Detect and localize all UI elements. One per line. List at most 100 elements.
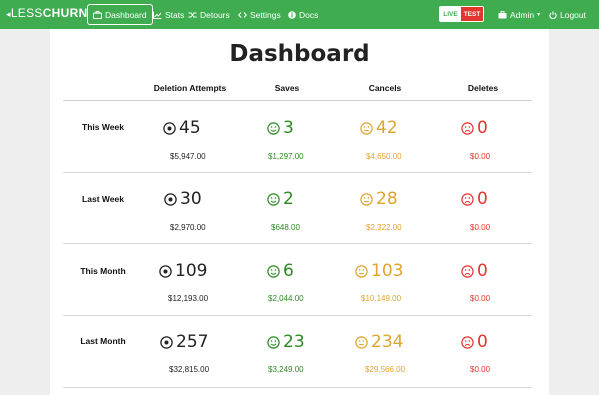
header-cancels: Cancels	[368, 83, 402, 93]
saves-amount: $3,249.00	[268, 365, 304, 374]
dashboard-icon	[93, 10, 102, 19]
nav-settings[interactable]: Settings	[238, 0, 281, 29]
briefcase-icon	[498, 10, 507, 19]
header-saves: Saves	[274, 83, 300, 93]
frown-icon	[461, 192, 474, 206]
cancels-count: 28	[360, 189, 398, 209]
nav-stats[interactable]: Stats	[153, 0, 184, 29]
row-label: This Month	[80, 266, 126, 276]
admin-menu-label: Admin	[510, 9, 535, 20]
nav-dashboard-label: Dashboard	[105, 9, 147, 20]
code-icon	[238, 11, 247, 19]
attempts-count: 45	[163, 118, 201, 138]
neutral-face-icon	[360, 121, 373, 135]
row-label: This Week	[82, 122, 124, 132]
smile-icon	[267, 192, 280, 206]
attempts-amount: $2,970.00	[170, 223, 206, 232]
attempts-value: 45	[179, 118, 201, 138]
table-row: Last Month 257 $32,815.00 23 $3,249.00 234 $29…	[63, 316, 532, 388]
cancels-amount: $29,566.00	[365, 365, 406, 374]
attempts-amount: $32,815.00	[169, 365, 210, 374]
neutral-face-icon	[355, 264, 368, 278]
nav-settings-label: Settings	[250, 9, 281, 20]
cancels-count: 103	[355, 261, 403, 281]
nav-detours-label: Detours	[200, 9, 230, 20]
smile-icon	[267, 264, 280, 278]
saves-value: 23	[283, 332, 305, 352]
nav-dashboard[interactable]: Dashboard	[87, 4, 153, 25]
cancels-value: 28	[376, 189, 398, 209]
cancels-amount: $2,322.00	[366, 223, 402, 232]
frown-icon	[461, 121, 474, 135]
deletes-value: 0	[477, 189, 488, 209]
nav-stats-label: Stats	[165, 9, 185, 20]
environment-toggle[interactable]: LIVE TEST	[439, 6, 484, 22]
admin-menu[interactable]: Admin ▾	[498, 0, 540, 29]
cancels-value: 234	[371, 332, 404, 352]
saves-value: 3	[283, 118, 294, 138]
frown-icon	[461, 335, 474, 349]
header-deletion-attempts: Deletion Attempts	[153, 83, 227, 93]
deletes-amount: $0.00	[470, 294, 491, 303]
attempts-count: 109	[159, 261, 207, 281]
saves-count: 6	[267, 261, 294, 281]
deletes-count: 0	[461, 118, 488, 138]
table-row: This Week 45 $5,947.00 3 $1,297.00 42 $4,650.0…	[63, 101, 532, 173]
power-icon	[549, 10, 557, 19]
target-icon	[164, 192, 177, 206]
saves-count: 23	[267, 332, 305, 352]
env-live-button[interactable]: LIVE	[440, 7, 461, 21]
row-divider	[63, 387, 532, 388]
chart-icon	[153, 11, 162, 19]
attempts-value: 257	[176, 332, 209, 352]
env-test-button[interactable]: TEST	[461, 7, 483, 21]
cancels-amount: $10,149.00	[361, 294, 402, 303]
cancels-value: 103	[371, 261, 404, 281]
deletes-value: 0	[477, 261, 488, 281]
nav-docs-label: Docs	[299, 9, 319, 20]
deletes-value: 0	[477, 332, 488, 352]
deletes-amount: $0.00	[470, 152, 491, 161]
deletes-count: 0	[461, 189, 488, 209]
table-row: This Month 109 $12,193.00 6 $2,044.00 103 $10,…	[63, 244, 532, 316]
top-navbar: ◂LESSCHURN Dashboard Stats Detours Setti…	[0, 0, 599, 29]
cancels-count: 234	[355, 332, 403, 352]
deletes-value: 0	[477, 118, 488, 138]
target-icon	[163, 121, 176, 135]
deletes-amount: $0.00	[470, 223, 491, 232]
brand-logo[interactable]: ◂LESSCHURN	[6, 6, 88, 20]
attempts-count: 257	[160, 332, 208, 352]
neutral-face-icon	[355, 335, 368, 349]
dashboard-panel: Dashboard Deletion Attempts Saves Cancel…	[50, 29, 549, 395]
attempts-amount: $5,947.00	[170, 152, 206, 161]
target-icon	[159, 264, 172, 278]
shuffle-icon	[188, 11, 197, 19]
smile-icon	[267, 121, 280, 135]
table-row: Last Week 30 $2,970.00 2 $648.00 28 $2,322.00 0…	[63, 173, 532, 244]
page-title: Dashboard	[229, 41, 370, 67]
attempts-amount: $12,193.00	[168, 294, 209, 303]
nav-logout[interactable]: Logout	[549, 0, 586, 29]
nav-docs[interactable]: Docs	[288, 0, 318, 29]
target-icon	[160, 335, 173, 349]
cancels-value: 42	[376, 118, 398, 138]
smile-icon	[267, 335, 280, 349]
row-label: Last Week	[82, 194, 124, 204]
attempts-value: 109	[175, 261, 208, 281]
saves-amount: $648.00	[271, 223, 300, 232]
header-deletes: Deletes	[467, 83, 499, 93]
deletes-count: 0	[461, 261, 488, 281]
row-label: Last Month	[80, 336, 126, 346]
nav-detours[interactable]: Detours	[188, 0, 230, 29]
info-icon	[288, 10, 296, 19]
attempts-count: 30	[164, 189, 202, 209]
saves-value: 2	[283, 189, 294, 209]
saves-amount: $1,297.00	[268, 152, 304, 161]
saves-amount: $2,044.00	[268, 294, 304, 303]
deletes-count: 0	[461, 332, 488, 352]
neutral-face-icon	[360, 192, 373, 206]
saves-count: 3	[267, 118, 294, 138]
deletes-amount: $0.00	[470, 365, 491, 374]
chevron-down-icon: ▾	[537, 12, 541, 18]
cancels-amount: $4,650.00	[366, 152, 402, 161]
